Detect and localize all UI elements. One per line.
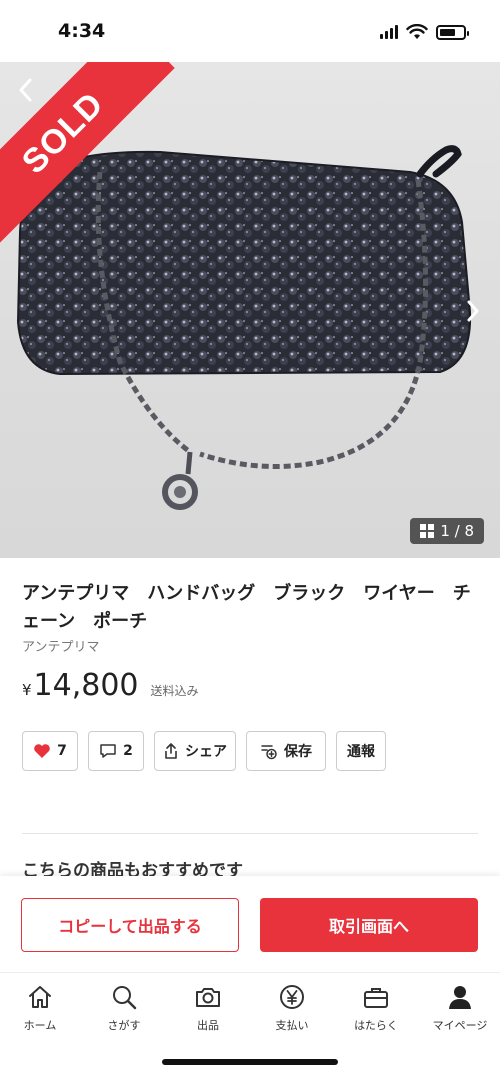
yen-icon xyxy=(280,985,304,1009)
price-row: ¥ 14,800 送料込み xyxy=(22,668,199,703)
tab-sell-label: 出品 xyxy=(197,1019,219,1032)
save-button[interactable]: 保存 xyxy=(246,731,326,771)
trade-screen-button[interactable]: 取引画面へ xyxy=(260,898,478,952)
chevron-right-icon xyxy=(467,300,479,322)
person-icon xyxy=(449,986,471,1009)
share-button[interactable]: シェア xyxy=(154,731,236,771)
save-list-icon xyxy=(261,745,277,760)
next-image-button[interactable] xyxy=(460,294,486,328)
save-label: 保存 xyxy=(284,744,312,760)
price-currency: ¥ xyxy=(22,681,32,699)
report-label: 通報 xyxy=(347,744,375,760)
status-time: 4:34 xyxy=(58,20,106,42)
search-icon xyxy=(113,986,137,1010)
action-buttons: 7 2 シェア 保存 通報 xyxy=(22,731,386,771)
cta-bar: コピーして出品する 取引画面へ xyxy=(0,876,500,972)
share-icon xyxy=(165,743,177,759)
home-indicator xyxy=(162,1059,338,1065)
grid-icon xyxy=(420,524,435,538)
product-image[interactable]: SOLD 1 / 8 xyxy=(0,62,500,558)
tab-search[interactable]: さがす xyxy=(82,983,166,1033)
camera-icon xyxy=(196,988,220,1007)
tab-payment[interactable]: 支払い xyxy=(250,983,334,1033)
comment-button[interactable]: 2 xyxy=(88,731,144,771)
status-icons xyxy=(380,24,469,40)
briefcase-icon xyxy=(364,988,388,1008)
cellular-signal-icon xyxy=(380,25,398,39)
comment-icon xyxy=(100,744,116,758)
copy-and-list-button[interactable]: コピーして出品する xyxy=(21,898,239,952)
tab-mypage[interactable]: マイページ xyxy=(418,983,500,1033)
divider xyxy=(22,833,478,834)
product-brand[interactable]: アンテプリマ xyxy=(22,636,99,655)
wifi-icon xyxy=(406,24,428,39)
heart-icon xyxy=(34,744,50,758)
home-icon xyxy=(29,986,51,1008)
product-title: アンテプリマ ハンドバッグ ブラック ワイヤー チェーン ポーチ xyxy=(22,583,471,632)
tab-sell[interactable]: 出品 xyxy=(166,983,250,1033)
chevron-left-icon xyxy=(19,78,32,102)
battery-icon xyxy=(436,24,469,40)
like-count: 7 xyxy=(57,743,67,759)
share-label: シェア xyxy=(185,744,227,760)
tab-search-label: さがす xyxy=(107,1019,141,1032)
image-counter[interactable]: 1 / 8 xyxy=(410,518,484,544)
tab-work-label: はたらく xyxy=(354,1019,398,1032)
tab-mypage-label: マイページ xyxy=(432,1019,488,1032)
tab-home[interactable]: ホーム xyxy=(0,983,82,1033)
tab-home-label: ホーム xyxy=(23,1019,57,1032)
status-bar: 4:34 xyxy=(0,0,500,62)
price-value: 14,800 xyxy=(33,668,139,703)
price-note: 送料込み xyxy=(150,684,199,698)
image-counter-label: 1 / 8 xyxy=(440,522,474,540)
like-button[interactable]: 7 xyxy=(22,731,78,771)
tab-work[interactable]: はたらく xyxy=(334,983,418,1033)
report-button[interactable]: 通報 xyxy=(336,731,386,771)
tab-payment-label: 支払い xyxy=(275,1019,309,1032)
back-button[interactable] xyxy=(14,76,38,104)
comment-count: 2 xyxy=(123,743,133,759)
